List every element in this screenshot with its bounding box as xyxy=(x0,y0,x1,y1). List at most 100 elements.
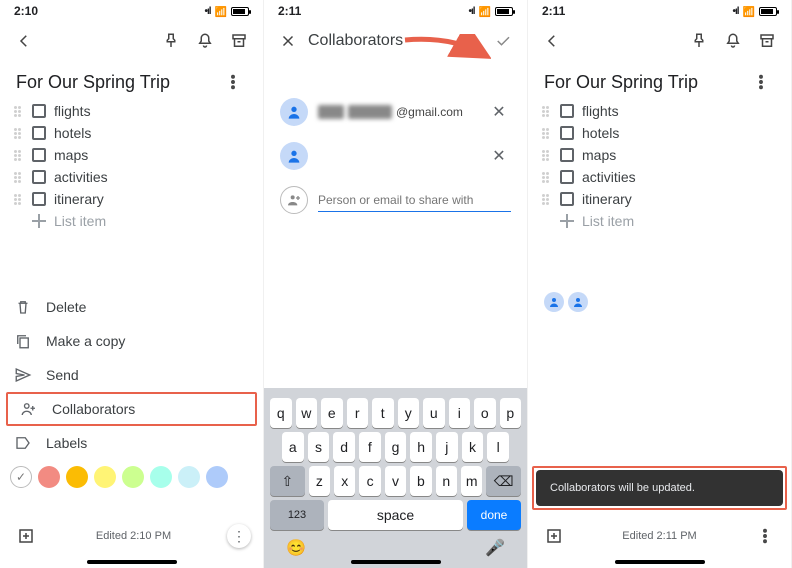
color-swatch[interactable] xyxy=(178,466,200,488)
color-swatch[interactable] xyxy=(122,466,144,488)
reminder-icon[interactable] xyxy=(719,27,747,55)
emoji-key[interactable]: 😊 xyxy=(286,538,306,558)
key-i[interactable]: i xyxy=(449,398,471,428)
color-swatch[interactable] xyxy=(206,466,228,488)
list-item[interactable]: hotels xyxy=(528,122,791,144)
drag-handle-icon[interactable] xyxy=(14,172,24,183)
key-v[interactable]: v xyxy=(385,466,406,496)
drag-handle-icon[interactable] xyxy=(542,194,552,205)
color-swatch[interactable] xyxy=(94,466,116,488)
pin-icon[interactable] xyxy=(157,27,185,55)
add-list-item[interactable]: List item xyxy=(0,210,263,232)
checkbox[interactable] xyxy=(32,126,46,140)
menu-delete[interactable]: Delete xyxy=(0,290,263,324)
key-c[interactable]: c xyxy=(359,466,380,496)
checkbox[interactable] xyxy=(560,126,574,140)
more-icon[interactable] xyxy=(219,68,247,96)
key-b[interactable]: b xyxy=(410,466,431,496)
shift-key[interactable]: ⇧ xyxy=(270,466,305,496)
key-t[interactable]: t xyxy=(372,398,394,428)
remove-collaborator[interactable]: ✕ xyxy=(487,102,511,122)
drag-handle-icon[interactable] xyxy=(542,128,552,139)
key-s[interactable]: s xyxy=(308,432,330,462)
list-item[interactable]: itinerary xyxy=(0,188,263,210)
drag-handle-icon[interactable] xyxy=(14,194,24,205)
checkbox[interactable] xyxy=(560,148,574,162)
list-item[interactable]: activities xyxy=(528,166,791,188)
backspace-key[interactable]: ⌫ xyxy=(486,466,521,496)
color-swatch[interactable] xyxy=(38,466,60,488)
numbers-key[interactable]: 123 xyxy=(270,500,324,530)
list-item[interactable]: maps xyxy=(0,144,263,166)
key-u[interactable]: u xyxy=(423,398,445,428)
checkbox[interactable] xyxy=(32,148,46,162)
color-swatch[interactable] xyxy=(150,466,172,488)
key-e[interactable]: e xyxy=(321,398,343,428)
list-item[interactable]: maps xyxy=(528,144,791,166)
mic-key[interactable]: 🎤 xyxy=(485,538,505,558)
key-d[interactable]: d xyxy=(333,432,355,462)
key-z[interactable]: z xyxy=(309,466,330,496)
key-f[interactable]: f xyxy=(359,432,381,462)
menu-collaborators[interactable]: Collaborators xyxy=(6,392,257,426)
drag-handle-icon[interactable] xyxy=(542,106,552,117)
checkbox[interactable] xyxy=(560,104,574,118)
key-k[interactable]: k xyxy=(462,432,484,462)
add-list-item[interactable]: List item xyxy=(528,210,791,232)
key-j[interactable]: j xyxy=(436,432,458,462)
drag-handle-icon[interactable] xyxy=(14,150,24,161)
remove-collaborator[interactable]: ✕ xyxy=(487,146,511,166)
pin-icon[interactable] xyxy=(685,27,713,55)
list-item[interactable]: itinerary xyxy=(528,188,791,210)
list-item[interactable]: hotels xyxy=(0,122,263,144)
list-item[interactable]: activities xyxy=(0,166,263,188)
more-icon[interactable] xyxy=(747,68,775,96)
key-x[interactable]: x xyxy=(334,466,355,496)
more-button[interactable]: ⋮ xyxy=(227,524,251,548)
key-h[interactable]: h xyxy=(410,432,432,462)
key-w[interactable]: w xyxy=(296,398,318,428)
reminder-icon[interactable] xyxy=(191,27,219,55)
avatar-icon[interactable] xyxy=(544,292,564,312)
list-item[interactable]: flights xyxy=(0,100,263,122)
note-title[interactable]: For Our Spring Trip xyxy=(544,72,698,93)
space-key[interactable]: space xyxy=(328,500,463,530)
key-y[interactable]: y xyxy=(398,398,420,428)
key-a[interactable]: a xyxy=(282,432,304,462)
drag-handle-icon[interactable] xyxy=(14,106,24,117)
archive-icon[interactable] xyxy=(753,27,781,55)
key-o[interactable]: o xyxy=(474,398,496,428)
menu-send[interactable]: Send xyxy=(0,358,263,392)
menu-labels[interactable]: Labels xyxy=(0,426,263,460)
key-r[interactable]: r xyxy=(347,398,369,428)
checkbox[interactable] xyxy=(32,170,46,184)
archive-icon[interactable] xyxy=(225,27,253,55)
confirm-button[interactable] xyxy=(489,27,517,55)
add-box-icon[interactable] xyxy=(12,522,40,550)
share-input[interactable] xyxy=(318,189,511,212)
avatar-icon[interactable] xyxy=(568,292,588,312)
note-title[interactable]: For Our Spring Trip xyxy=(16,72,170,93)
back-button[interactable] xyxy=(10,27,38,55)
key-g[interactable]: g xyxy=(385,432,407,462)
done-key[interactable]: done xyxy=(467,500,521,530)
checkbox[interactable] xyxy=(32,104,46,118)
checkbox[interactable] xyxy=(560,170,574,184)
add-box-icon[interactable] xyxy=(540,522,568,550)
color-swatch[interactable]: ✓ xyxy=(10,466,32,488)
color-swatch[interactable] xyxy=(66,466,88,488)
drag-handle-icon[interactable] xyxy=(542,172,552,183)
checkbox[interactable] xyxy=(32,192,46,206)
key-q[interactable]: q xyxy=(270,398,292,428)
menu-copy[interactable]: Make a copy xyxy=(0,324,263,358)
drag-handle-icon[interactable] xyxy=(14,128,24,139)
key-p[interactable]: p xyxy=(500,398,522,428)
drag-handle-icon[interactable] xyxy=(542,150,552,161)
key-n[interactable]: n xyxy=(436,466,457,496)
more-icon[interactable] xyxy=(751,522,779,550)
key-l[interactable]: l xyxy=(487,432,509,462)
key-m[interactable]: m xyxy=(461,466,482,496)
close-button[interactable] xyxy=(274,27,302,55)
back-button[interactable] xyxy=(538,27,566,55)
checkbox[interactable] xyxy=(560,192,574,206)
